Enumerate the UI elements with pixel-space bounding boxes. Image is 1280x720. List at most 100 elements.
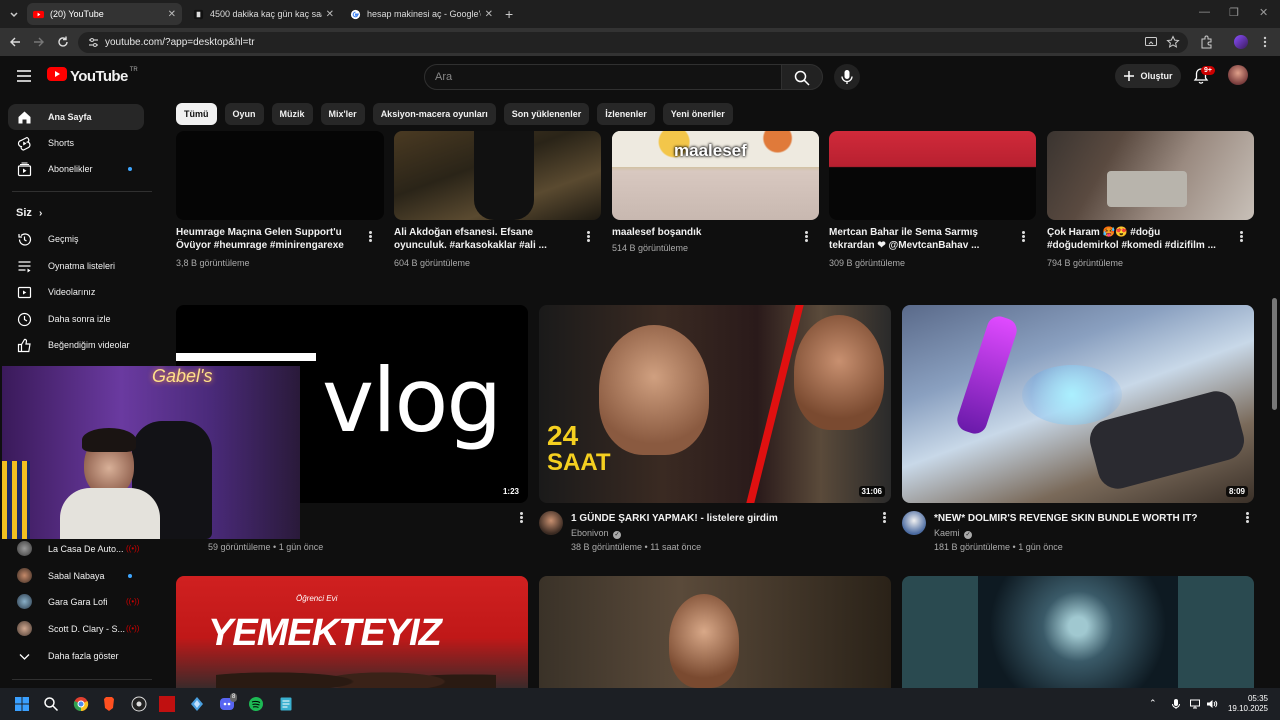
more-actions-icon[interactable] [520,512,524,524]
notepad-icon[interactable] [278,696,294,712]
sidebar-item-home[interactable]: Ana Sayfa [8,104,144,130]
search-icon[interactable] [43,696,59,712]
sidebar-show-more[interactable]: Daha fazla göster [8,643,144,669]
video-thumbnail[interactable] [829,131,1036,220]
extensions-icon[interactable] [1199,35,1213,49]
youtube-header: YouTube TR Oluştur 9+ [0,56,1280,98]
more-actions-icon[interactable] [883,512,887,524]
search-input[interactable] [424,64,782,90]
history-icon [18,233,32,246]
chip-all[interactable]: Tümü [176,103,217,125]
browser-menu-icon[interactable] [1258,35,1272,49]
app-icon[interactable] [159,696,175,712]
channel-name[interactable]: Kaemi ✓ [934,528,973,539]
tab-search-button[interactable] [5,5,23,23]
chip-watched[interactable]: İzlenenler [597,103,655,125]
chrome-icon[interactable] [73,696,89,712]
address-bar[interactable]: youtube.com/?app=desktop&hl=tr [78,32,1188,53]
network-icon[interactable] [1189,698,1201,710]
spotify-icon[interactable] [248,696,264,712]
more-actions-icon[interactable] [1022,231,1026,243]
brave-icon[interactable] [101,696,117,712]
more-actions-icon[interactable] [587,231,591,243]
video-title[interactable]: Mertcan Bahar ile Sema Sarmış tekrardan … [829,226,1009,253]
bookmark-star-icon[interactable] [1166,35,1180,49]
search-button[interactable] [781,64,823,90]
video-views: 794 B görüntüleme [1047,258,1124,268]
forward-icon[interactable] [32,35,46,49]
more-actions-icon[interactable] [369,231,373,243]
chip-new-to-you[interactable]: Yeni öneriler [662,103,733,125]
close-tab-icon[interactable]: ✕ [168,9,176,20]
channel-avatar[interactable] [902,511,926,535]
close-tab-icon[interactable]: ✕ [326,9,334,20]
account-avatar[interactable] [1228,65,1248,85]
more-actions-icon[interactable] [805,231,809,243]
video-title[interactable]: *NEW* DOLMIR'S REVENGE SKIN BUNDLE WORTH… [934,512,1224,526]
video-thumbnail[interactable]: 24 SAAT 31:06 [539,305,891,503]
profile-avatar[interactable] [1234,35,1248,49]
you-section-heading[interactable]: Siz › [16,207,42,219]
obs-icon[interactable] [131,696,147,712]
sidebar-item-playlists[interactable]: Oynatma listeleri [8,253,144,279]
sidebar-item-history[interactable]: Geçmiş [8,226,144,252]
sidebar-subscription-item[interactable]: Gara Gara Lofi ((•)) [8,589,144,615]
video-title[interactable]: Heumrage Maçına Gelen Support'u Övüyor #… [176,226,356,253]
back-icon[interactable] [8,35,22,49]
more-actions-icon[interactable] [1246,512,1250,524]
chip-action-adventure[interactable]: Aksiyon-macera oyunları [372,103,496,125]
video-title[interactable]: 1 GÜNDE ŞARKI YAPMAK! - listelere girdim [571,512,861,526]
cast-icon[interactable] [1144,35,1158,49]
sidebar-item-your-videos[interactable]: Videolarınız [8,279,144,305]
tab-calculation[interactable]: 4500 dakika kaç gün kaç saattir ✕ [187,3,340,25]
video-title[interactable]: Ali Akdoğan efsanesi. Efsane oyunculuk. … [394,226,574,253]
channel-name[interactable]: Ebonivon ✓ [571,528,622,539]
shorts-icon [17,136,31,151]
microphone-icon[interactable] [1170,698,1182,710]
system-clock[interactable]: 05:35 19.10.2025 [1226,694,1268,714]
video-thumbnail[interactable] [394,131,601,220]
minimize-button[interactable]: — [1199,6,1210,18]
sidebar-subscription-item[interactable]: Scott D. Clary - S... ((•)) [8,616,144,642]
site-info-icon[interactable] [88,37,99,48]
video-thumbnail[interactable] [539,576,891,688]
sidebar-item-shorts[interactable]: Shorts [8,130,144,156]
new-tab-button[interactable]: + [505,6,513,22]
youtube-logo[interactable]: YouTube TR [47,67,138,85]
video-thumbnail[interactable] [1047,131,1254,220]
sidebar-item-label: Oynatma listeleri [48,261,116,271]
video-thumbnail[interactable]: 8:09 [902,305,1254,503]
voice-search-button[interactable] [834,64,860,90]
video-title[interactable]: Çok Haram 🥵😍 #doğu #doğudemirkol #komedi… [1047,226,1227,253]
close-window-button[interactable]: ✕ [1259,6,1268,19]
playlist-icon [18,261,31,273]
more-actions-icon[interactable] [1240,231,1244,243]
close-tab-icon[interactable]: ✕ [485,9,493,20]
windows-start-icon[interactable] [14,696,30,712]
channel-avatar[interactable] [539,511,563,535]
tab-youtube[interactable]: (20) YouTube ✕ [27,3,182,25]
video-thumbnail[interactable]: maalesef [612,131,819,220]
sidebar-item-watch-later[interactable]: Daha sonra izle [8,306,144,332]
video-thumbnail[interactable] [176,131,384,220]
chip-music[interactable]: Müzik [271,103,313,125]
game-launcher-icon[interactable] [189,696,205,712]
reload-icon[interactable] [56,35,70,49]
chip-mixes[interactable]: Mix'ler [320,103,365,125]
sidebar-subscription-item[interactable]: Sabal Nabaya [8,563,144,589]
video-thumbnail[interactable] [902,576,1254,688]
sidebar-subscription-item[interactable]: La Casa De Auto... ((•)) [8,536,144,562]
sidebar-item-subscriptions[interactable]: Abonelikler [8,156,144,182]
scrollbar-thumb[interactable] [1272,298,1277,410]
restore-button[interactable]: ❐ [1229,6,1239,19]
chip-gaming[interactable]: Oyun [224,103,264,125]
hamburger-menu-icon[interactable] [16,69,32,83]
create-button[interactable]: Oluştur [1115,64,1181,88]
chip-recently-uploaded[interactable]: Son yüklenenler [503,103,590,125]
video-thumbnail[interactable]: Öğrenci Evi 2pixel YEMEKTEYIZ [176,576,528,688]
volume-icon[interactable] [1206,698,1218,710]
sidebar-item-liked-videos[interactable]: Beğendiğim videolar [8,332,144,358]
tray-overflow-icon[interactable]: ⌃ [1149,698,1161,710]
tab-google[interactable]: hesap makinesi aç - Google'da Ara ✕ [344,3,499,25]
video-title[interactable]: maalesef boşandık [612,226,792,240]
